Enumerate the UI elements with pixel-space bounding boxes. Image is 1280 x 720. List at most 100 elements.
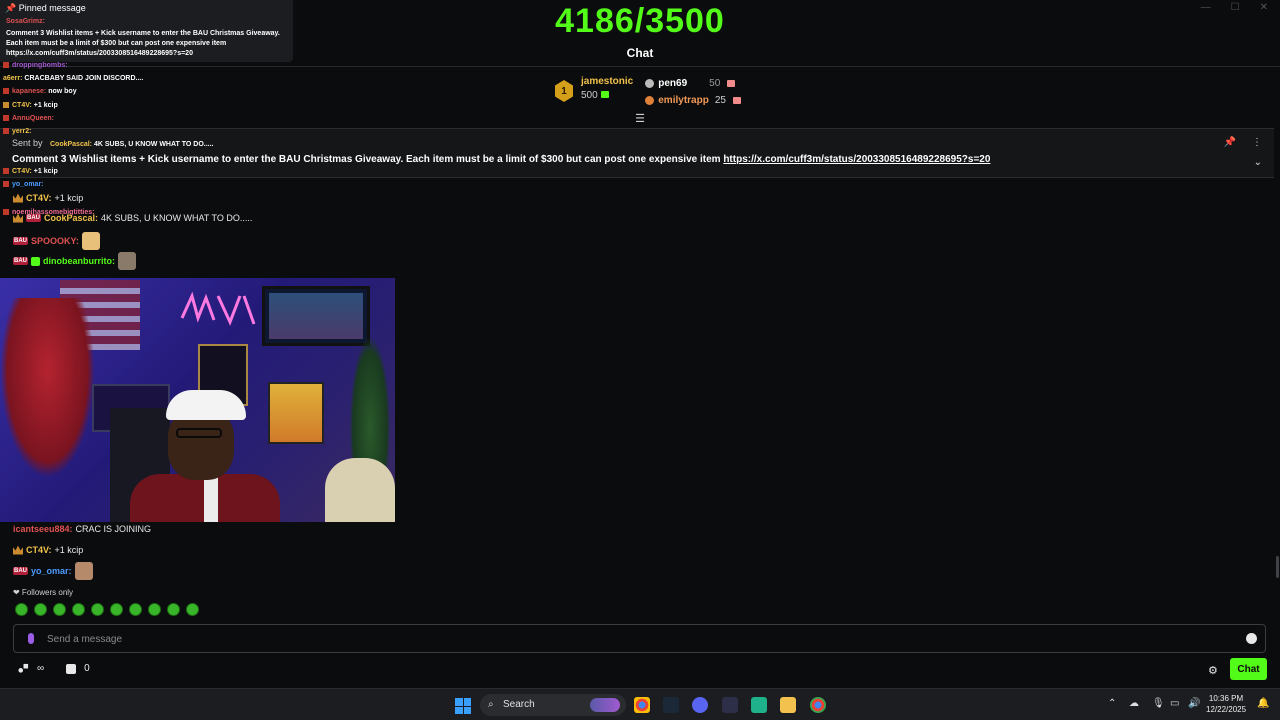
tray-chevron-up-icon[interactable]: ⌃ <box>1108 698 1116 709</box>
file-explorer-icon[interactable] <box>780 697 796 713</box>
app-icon[interactable] <box>722 697 738 713</box>
overlay-chat-line: yerr2: <box>3 128 31 135</box>
pin-icon[interactable]: 📌 <box>1224 137 1236 148</box>
chevron-down-icon[interactable]: ⌄ <box>1254 157 1262 168</box>
chat-username[interactable]: CT4V: <box>26 545 52 555</box>
crown-icon <box>13 213 23 223</box>
chat-username[interactable]: dinobeanburrito: <box>43 256 115 266</box>
emote-icon[interactable] <box>129 603 142 616</box>
pinned-actions: 📌 ⋮ <box>1224 137 1262 148</box>
chat-text: CRAC IS JOINING <box>75 524 152 534</box>
more-options-icon[interactable]: ⋮ <box>1252 137 1262 148</box>
discord-icon[interactable] <box>692 697 708 713</box>
chat-message: BAU yo_omar: <box>13 562 93 580</box>
bau-badge: BAU <box>26 214 41 222</box>
chat-username[interactable]: CookPascal: <box>44 213 98 223</box>
chat-username[interactable]: yo_omar: <box>31 566 72 576</box>
mic-tray-icon[interactable]: 🎙 <box>1152 698 1165 709</box>
overlay-chat-line: CT4V: +1 kcip <box>3 102 58 109</box>
pinned-message-banner[interactable]: Sent by Comment 3 Wishlist items + Kick … <box>0 128 1274 178</box>
emote-icon <box>118 252 136 270</box>
search-icon: ⌕ <box>488 699 494 710</box>
minimize-icon[interactable]: — <box>1201 2 1211 13</box>
onedrive-icon[interactable]: ☁ <box>1129 698 1139 709</box>
leader-amount: 25 <box>714 94 726 106</box>
rank-3-icon <box>645 95 655 105</box>
windows-start-icon[interactable] <box>455 698 471 714</box>
emote-icon[interactable] <box>34 603 47 616</box>
network-icon[interactable]: ▭ <box>1170 698 1179 709</box>
leader-third[interactable]: emilytrapp 25 <box>645 93 741 107</box>
emote-icon[interactable] <box>148 603 161 616</box>
leader-first[interactable]: jamestonic 500 <box>581 76 633 107</box>
chat-scrollbar[interactable] <box>1276 556 1279 578</box>
send-chat-button[interactable]: Chat <box>1230 658 1267 680</box>
overlay-chat-text: +1 kcip <box>33 102 58 109</box>
chat-message: BAU CookPascal: 4K SUBS, U KNOW WHAT TO … <box>13 213 252 223</box>
notifications-icon[interactable]: 🔔 <box>1257 698 1269 709</box>
gift-leaderboard: 1 jamestonic 500 pen69 50 emilytrapp 25 <box>555 76 741 107</box>
chat-message: CT4V: +1 kcip <box>13 545 83 555</box>
close-icon[interactable]: ✕ <box>1260 2 1268 13</box>
chat-username[interactable]: CT4V: <box>26 193 52 203</box>
infinity-icon[interactable]: ∞ <box>37 663 44 674</box>
emote-icon[interactable] <box>91 603 104 616</box>
leader-second[interactable]: pen69 50 <box>645 76 741 90</box>
emote-icon[interactable] <box>110 603 123 616</box>
leader-name: emilytrapp <box>658 94 709 106</box>
taskbar-search-label: Search <box>503 699 535 710</box>
overlay-chat-user: CT4V: <box>12 168 32 175</box>
chat-username[interactable]: icantseeu884: <box>13 524 73 534</box>
taskbar-clock[interactable]: 10:36 PM 12/22/2025 <box>1206 693 1246 715</box>
leader-amount: 50 <box>709 77 721 89</box>
chrome-icon[interactable] <box>634 697 650 713</box>
stream-video-clip[interactable] <box>0 278 395 522</box>
pinned-message-link[interactable]: https://x.com/cuff3m/status/200330851648… <box>723 154 990 165</box>
emote-icon[interactable] <box>53 603 66 616</box>
app-icon[interactable] <box>751 697 767 713</box>
shapes-icon[interactable] <box>18 663 29 674</box>
chat-input-box <box>13 624 1266 653</box>
chat-message: BAU SPOOOKY: <box>13 232 100 250</box>
gear-icon[interactable]: ⚙ <box>1208 664 1218 677</box>
overlay-chat-line: CT4V: +1 kcip <box>3 168 58 175</box>
stream-chat-window: 4186/3500 Chat — ☐ ✕ 1 jamestonic 500 pe… <box>0 0 1280 720</box>
maximize-icon[interactable]: ☐ <box>1231 2 1240 13</box>
volume-icon[interactable]: 🔊 <box>1188 698 1200 709</box>
subscriber-icon <box>31 256 40 266</box>
emote-icon[interactable] <box>186 603 199 616</box>
window-controls: — ☐ ✕ <box>1201 2 1268 13</box>
rank-medal-icon: 1 <box>555 80 573 102</box>
emoji-icon[interactable] <box>1246 633 1257 644</box>
bau-badge: BAU <box>13 567 28 575</box>
gift-icon <box>732 96 741 104</box>
taskbar-search[interactable]: ⌕ Search <box>480 694 626 716</box>
emote-icon[interactable] <box>72 603 85 616</box>
kicks-store-icon[interactable] <box>66 663 77 674</box>
expand-leaderboard-icon[interactable]: ☰ <box>633 112 647 125</box>
overlay-chat-text: 4K SUBS, U KNOW WHAT TO DO..... <box>93 141 214 148</box>
chat-text: +1 kcip <box>54 545 84 555</box>
header-divider <box>0 66 1280 67</box>
gift-icon <box>600 91 609 98</box>
emote-icon[interactable] <box>15 603 28 616</box>
pinned-popup-body: Comment 3 Wishlist items + Kick username… <box>6 30 280 57</box>
leader-amount-value: 500 <box>581 90 598 101</box>
clock-time: 10:36 PM <box>1208 694 1244 703</box>
overlay-chat-line: droppingbombs: <box>3 62 68 69</box>
pinned-message-popup[interactable]: 📌 Pinned message SosaGrimz: Comment 3 Wi… <box>0 0 293 62</box>
overlay-chat-line: yo_omar: <box>3 181 44 188</box>
mic-icon[interactable] <box>28 633 34 644</box>
leader-amount: 500 <box>581 90 633 101</box>
steam-icon[interactable] <box>663 697 679 713</box>
chat-message: BAU dinobeanburrito: <box>13 252 136 270</box>
overlay-chat-line: AnnuQueen: <box>3 115 54 122</box>
chat-message-input[interactable] <box>47 631 1227 647</box>
kicks-count: 0 <box>84 663 90 674</box>
chat-username[interactable]: SPOOOKY: <box>31 236 79 246</box>
pinned-popup-title: 📌 Pinned message <box>5 3 86 13</box>
emote-icon[interactable] <box>167 603 180 616</box>
chrome-active-icon[interactable] <box>810 697 826 713</box>
chat-footer-left: ∞ 0 <box>18 663 90 674</box>
pinned-popup-user: SosaGrimz: <box>6 18 45 25</box>
